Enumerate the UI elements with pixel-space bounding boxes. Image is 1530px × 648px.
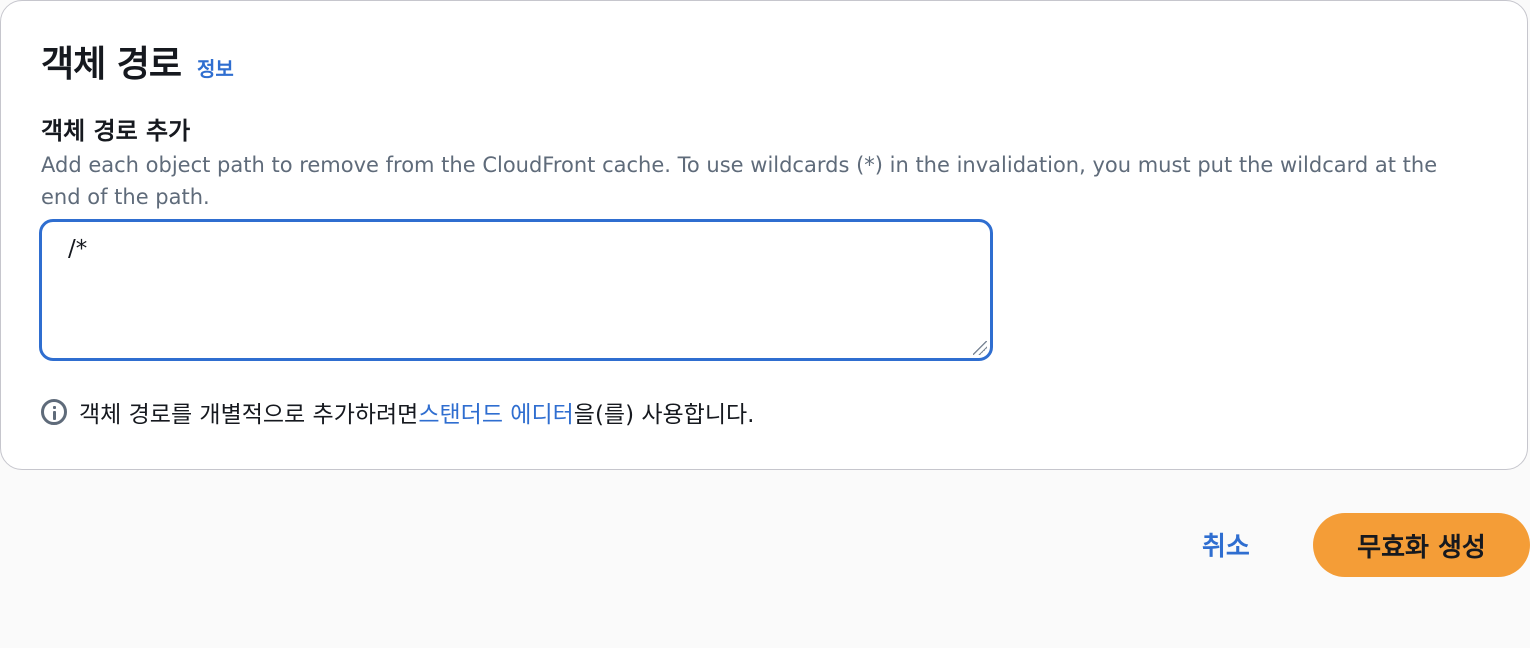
textarea-value: /*: [68, 236, 88, 262]
info-icon: [41, 399, 67, 425]
field-description: Add each object path to remove from the …: [41, 153, 1438, 209]
section-title: 객체 경로: [41, 44, 182, 85]
create-invalidation-button[interactable]: 무효화 생성: [1313, 513, 1530, 577]
editor-hint: 객체 경로를 개별적으로 추가하려면 스탠더드 에디터 을(를) 사용합니다.: [41, 395, 754, 429]
hint-suffix: 을(를) 사용합니다.: [573, 402, 755, 428]
object-paths-textarea[interactable]: /*: [39, 219, 993, 361]
info-link[interactable]: 정보: [197, 53, 234, 82]
section-header: 객체 경로 정보: [41, 35, 234, 87]
resize-handle[interactable]: [973, 341, 987, 355]
field-label: 객체 경로 추가: [41, 117, 191, 145]
object-paths-panel: 객체 경로 정보 객체 경로 추가 Add each object path t…: [0, 0, 1528, 470]
cancel-button[interactable]: 취소: [1202, 526, 1250, 563]
hint-prefix: 객체 경로를 개별적으로 추가하려면: [79, 402, 419, 428]
standard-editor-link[interactable]: 스탠더드 에디터: [418, 395, 573, 429]
